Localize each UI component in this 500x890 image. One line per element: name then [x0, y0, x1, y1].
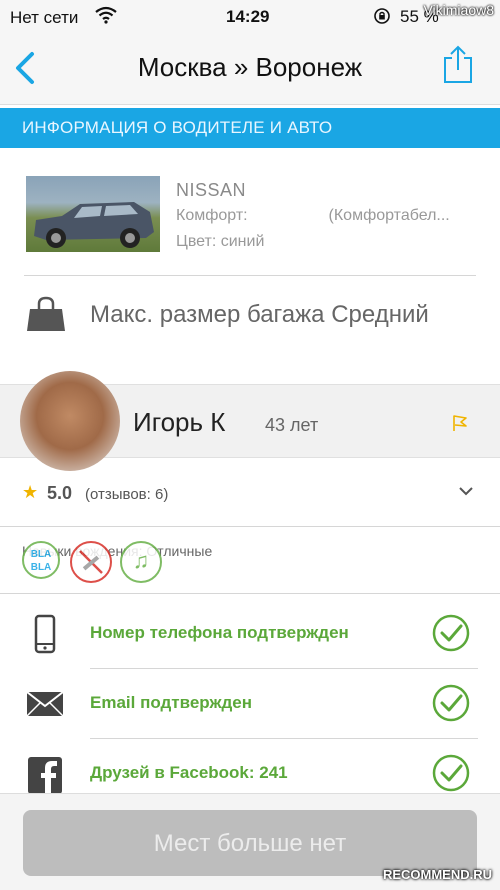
verification-phone-row: Номер телефона подтвержден [0, 598, 500, 668]
section-header-driver-info: ИНФОРМАЦИЯ О ВОДИТЕЛЕ И АВТО [0, 108, 500, 148]
checkmark-icon [432, 684, 470, 722]
bottom-bar: Мест больше нет RECOMMEND.RU [0, 793, 500, 890]
chevron-down-icon[interactable] [457, 484, 475, 498]
verification-email-label: Email подтвержден [90, 693, 253, 712]
verification-email-row: Email подтвержден [0, 668, 500, 738]
checkmark-icon [432, 614, 470, 652]
luggage-row: Макс. размер багажа Средний [0, 278, 500, 378]
rotation-lock-icon [374, 8, 390, 24]
watermark-bottom: RECOMMEND.RU [382, 867, 492, 882]
page-title: Москва » Воронеж [137, 52, 363, 82]
clock-label: 14:29 [226, 7, 270, 26]
driver-row[interactable]: Игорь К 43 лет [0, 371, 500, 471]
divider [0, 593, 500, 594]
bag-icon [27, 296, 65, 331]
car-info-row[interactable]: NISSAN Комфорт: (Комфортабел... Цвет: си… [0, 148, 500, 278]
avatar[interactable] [20, 371, 120, 471]
watermark-top: Vikimiaow8 [423, 2, 494, 18]
car-comfort-label: Комфорт: [176, 207, 248, 224]
chattiness-bla-icon: BLA BLA [22, 541, 60, 579]
car-photo [26, 176, 160, 252]
verification-facebook-label: Друзей в Facebook: 241 [90, 763, 288, 782]
rating-score: 5.0 [47, 483, 73, 503]
no-smoking-icon [70, 541, 112, 583]
car-image-icon [34, 202, 154, 248]
car-comfort: Комфорт: (Комфортабел... [176, 207, 450, 225]
preferences-row: Навыки вождения: Отличные BLA BLA ♫ [0, 527, 500, 593]
car-color: Цвет: синий [176, 233, 265, 250]
flag-icon[interactable] [450, 413, 470, 433]
checkmark-icon [432, 754, 470, 792]
rating-row[interactable]: ★ 5.0 (отзывов: 6) [0, 457, 500, 527]
luggage-size-label: Макс. размер багажа Средний [90, 301, 429, 328]
wifi-icon [95, 6, 117, 24]
facebook-icon [28, 757, 62, 794]
rating-reviews: (отзывов: 6) [85, 486, 169, 503]
share-icon[interactable] [442, 44, 474, 84]
phone-icon [34, 614, 56, 654]
status-bar: Нет сети 14:29 55 % Vikimiaow8 [0, 0, 500, 34]
star-icon: ★ [22, 482, 39, 502]
car-comfort-value: (Комфортабел... [328, 207, 450, 224]
nav-bar: Москва » Воронеж [0, 34, 500, 105]
divider [24, 275, 476, 276]
carrier-label: Нет сети [10, 8, 79, 27]
car-model: NISSAN [176, 180, 247, 200]
verification-phone-label: Номер телефона подтвержден [90, 623, 349, 642]
envelope-icon [26, 691, 64, 717]
driver-name: Игорь К [133, 407, 226, 437]
driver-age: 43 лет [265, 415, 319, 435]
car-details: NISSAN Комфорт: (Комфортабел... Цвет: си… [176, 180, 450, 251]
music-icon: ♫ [120, 541, 162, 583]
